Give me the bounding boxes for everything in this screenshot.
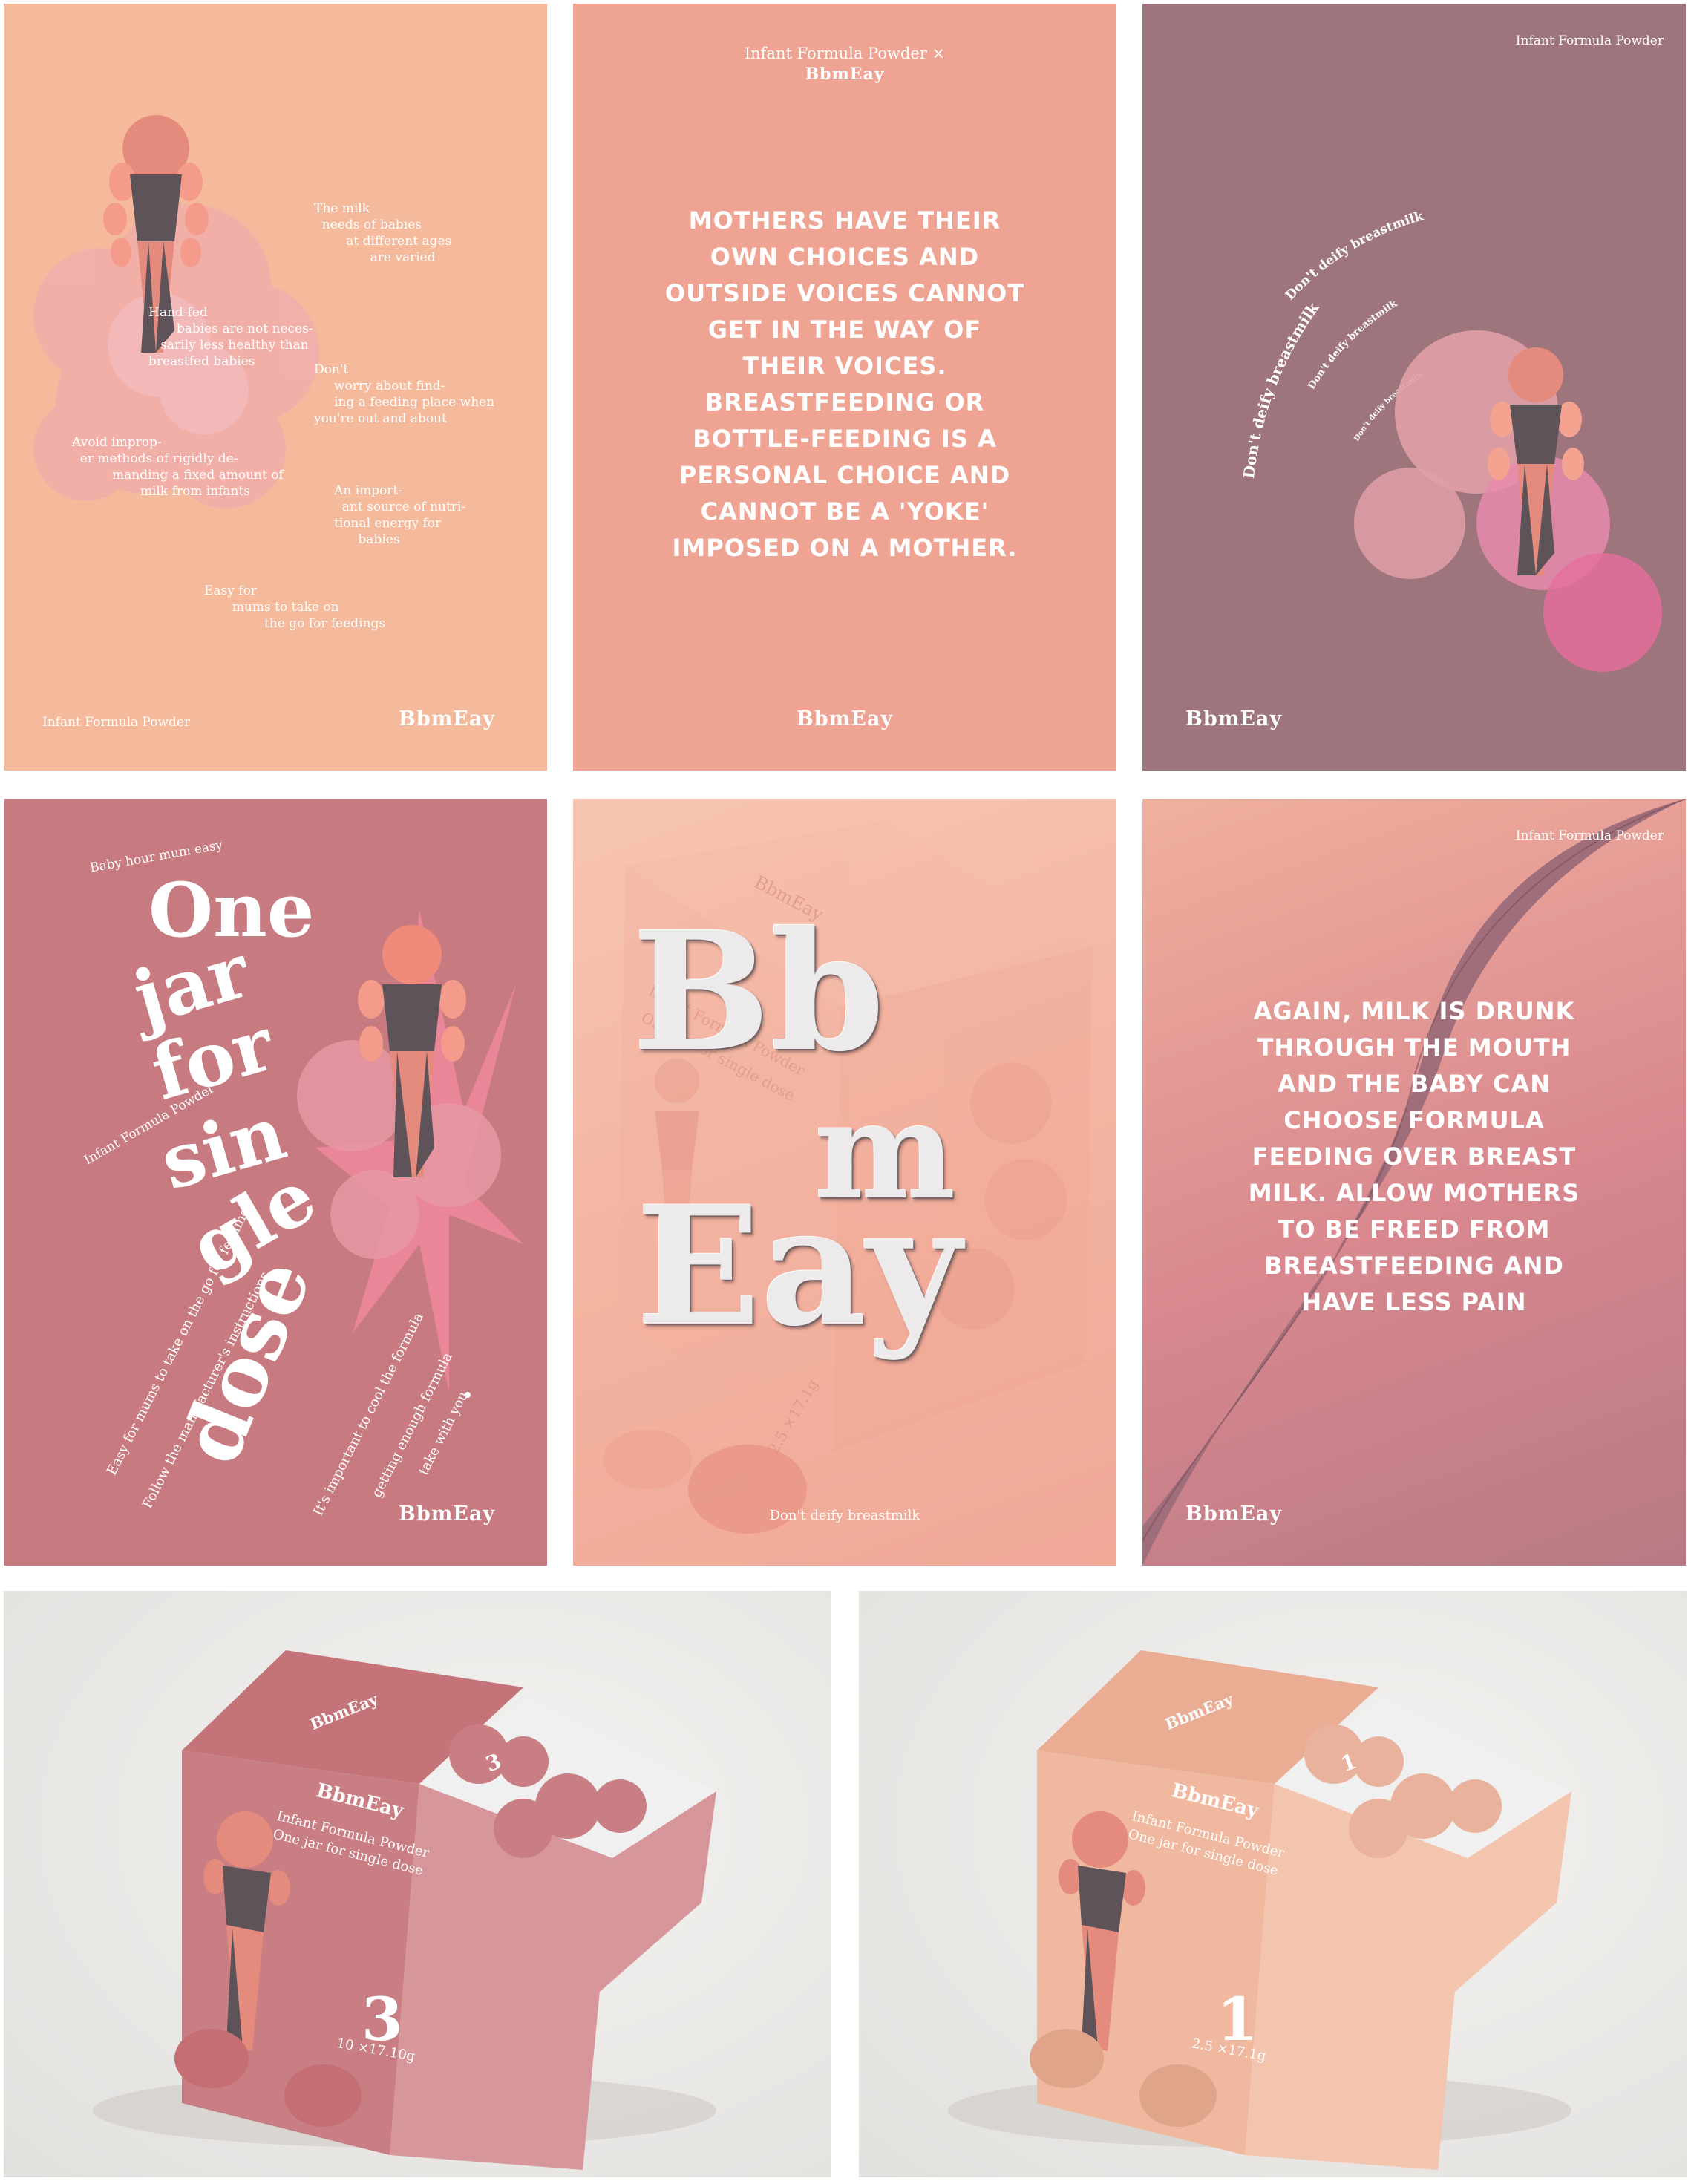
svg-text:Don't deify breastmilk: Don't deify breastmilk (1240, 298, 1323, 480)
poster-chrome-letters: BbmEay Infant Formula Powder One jar for… (573, 799, 1116, 1566)
footer-label: Infant Formula Powder (42, 715, 191, 730)
box-illustration (948, 1650, 1571, 2170)
brand-logo: BbmEay (805, 65, 885, 84)
brand-logo: BbmEay (1185, 707, 1283, 730)
chrome-letters: Bb (632, 895, 885, 1088)
fragment-text: Avoid improp- er methods of rigidly de- … (72, 435, 284, 499)
arc-phrase: Don't deify breastmilk (1240, 298, 1323, 480)
quote-text: Mothers have their own choices and outsi… (664, 206, 1025, 562)
fragment-text: An import- ant source of nutri- tional e… (334, 483, 466, 547)
brand-logo: BbmEay (1185, 1503, 1283, 1526)
poster-quote-freedom: Infant Formula Powder Again, milk is dru… (1142, 799, 1686, 1566)
footer-tagline: Don't deify breastmilk (769, 1508, 920, 1523)
poster-dont-deify: Infant Formula Powder Don't deify breast… (1142, 4, 1686, 771)
fragment-text: The milk needs of babies at different ag… (314, 201, 452, 265)
box-illustration (93, 1650, 716, 2170)
box-mockup-rose: BbmEay BbmEay Infant Formula Powder One … (4, 1591, 831, 2177)
mother-figure-illustration (1354, 330, 1662, 672)
fragment-text: Hand-fed babies are not neces- sarily le… (148, 305, 313, 369)
poster-quote-choice: Infant Formula Powder × BbmEay Mothers h… (573, 4, 1116, 771)
fragment-text: Don't worry about find- ing a feeding pl… (314, 362, 495, 426)
brand-logo: BbmEay (399, 707, 496, 730)
chrome-letters: Eay (636, 1170, 962, 1362)
arc-phrase: Don't deify breastmilk (1283, 209, 1426, 303)
poster-header: Infant Formula Powder × (744, 45, 946, 62)
poster-fragments: The milk needs of babies at different ag… (4, 4, 547, 771)
brand-logo: BbmEay (796, 707, 894, 730)
quote-text: Again, milk is drunk through the mouth a… (1248, 997, 1580, 1316)
fragment-text: Easy for mums to take on the go for feed… (204, 583, 386, 631)
box-mockup-peach: BbmEay BbmEay Infant Formula Powder One … (859, 1591, 1687, 2177)
brand-logo: BbmEay (399, 1503, 496, 1526)
poster-one-jar: Baby hour mum easy One jar for sin gle d… (4, 799, 547, 1566)
poster-header: Infant Formula Powder (1515, 828, 1664, 843)
svg-text:Don't deify breastmilk: Don't deify breastmilk (1283, 209, 1426, 303)
arc-text-graphic: Don't deify breastmilk Don't deify breas… (1240, 209, 1662, 672)
